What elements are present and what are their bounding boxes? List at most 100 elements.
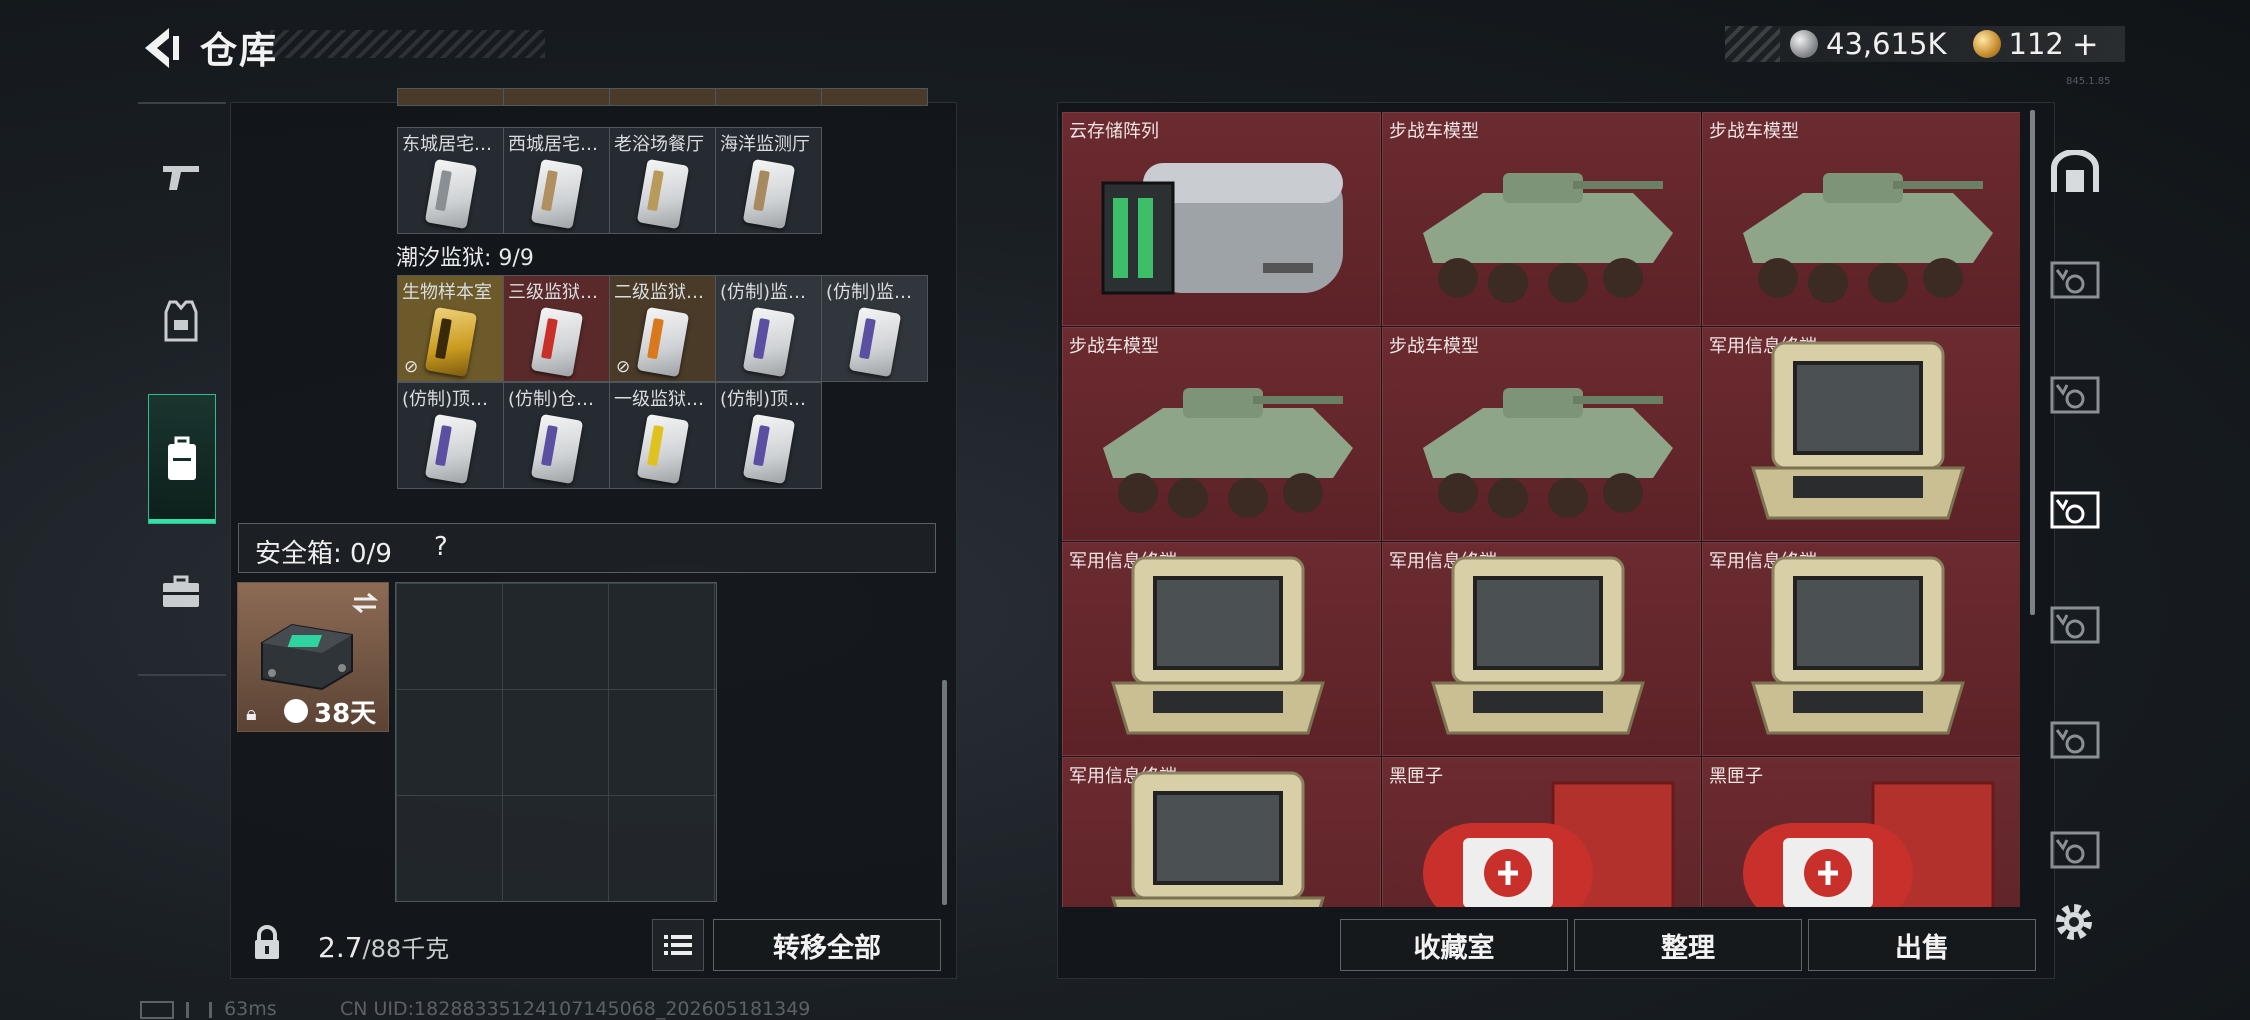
storage-tab-active[interactable] [2045, 480, 2105, 540]
keycard-cell[interactable]: (仿制)顶… [397, 382, 504, 489]
gold-coin-icon [1972, 30, 2001, 58]
keycard-label: (仿制)监… [720, 282, 807, 303]
storage-tab[interactable] [2045, 820, 2105, 880]
keycard-label: (仿制)监… [826, 282, 913, 303]
keycard-cell[interactable]: 二级监狱… ⊘ [609, 275, 716, 382]
storage-tab[interactable] [2045, 595, 2105, 655]
item-name: 步战车模型 [1389, 336, 1479, 357]
keycard-cell-partial[interactable] [609, 88, 716, 106]
item-cell[interactable]: 军用信息终端 [1062, 757, 1381, 907]
backpack-icon [168, 436, 196, 480]
keycard-cell[interactable]: (仿制)监… [715, 275, 822, 382]
item-name: 云存储阵列 [1069, 121, 1159, 142]
server-array-image [1101, 163, 1343, 295]
keycard-label: 老浴场餐厅 [614, 134, 704, 155]
ifv-model-image [1423, 388, 1673, 518]
keycard-image [742, 413, 796, 485]
safebox-title: 安全箱: 0/9 [255, 539, 392, 569]
lock-button[interactable] [233, 910, 301, 976]
safebox-grid[interactable] [395, 582, 717, 902]
keycard-cell[interactable]: 海洋监测厅 [715, 127, 822, 234]
keycard-image [424, 413, 478, 485]
keycard-cell-partial[interactable] [821, 88, 928, 106]
keycard-cell-partial[interactable] [397, 88, 504, 106]
item-cell[interactable]: 军用信息终端 [1702, 327, 2020, 541]
storage-icon [2050, 606, 2100, 644]
item-cell[interactable]: 步战车模型 [1382, 112, 1701, 326]
transfer-all-button[interactable]: 转移全部 [713, 919, 941, 971]
safebox-timer: 38天 [314, 699, 377, 729]
sort-button[interactable]: 整理 [1574, 919, 1802, 971]
black-box-image [1423, 781, 1675, 907]
black-box-image [1743, 781, 1995, 907]
help-icon[interactable]: ? [434, 532, 448, 562]
swap-icon[interactable] [350, 591, 380, 615]
military-terminal-image [1750, 341, 1966, 520]
keycard-image [530, 413, 584, 485]
weight-value: 2.7 [318, 931, 363, 964]
item-cell[interactable]: 军用信息终端 [1062, 542, 1381, 756]
keycard-label: 一级监狱… [614, 389, 704, 410]
backpack-tab[interactable] [148, 394, 216, 524]
keycard-label: 生物样本室 [402, 282, 492, 303]
weapons-tab[interactable] [148, 144, 214, 210]
keycard-label: 二级监狱… [614, 282, 704, 303]
keycard-image [742, 306, 796, 378]
sell-button[interactable]: 出售 [1808, 919, 2036, 971]
settings-gear-icon[interactable] [2050, 898, 2098, 946]
item-cell[interactable]: 步战车模型 [1062, 327, 1381, 541]
keycard-cell[interactable]: 西城居宅… [503, 127, 610, 234]
clock-icon [284, 699, 308, 723]
storage-tab[interactable] [2045, 365, 2105, 425]
item-cell[interactable]: 军用信息终端 [1382, 542, 1701, 756]
left-scrollbar[interactable] [942, 680, 947, 905]
item-cell[interactable]: 步战车模型 [1382, 327, 1701, 541]
list-view-button[interactable] [652, 919, 704, 971]
item-cell[interactable]: 军用信息终端 [1702, 542, 2020, 756]
storage-icon [2050, 491, 2100, 529]
keycard-cell[interactable]: 一级监狱… [609, 382, 716, 489]
keycard-image [530, 306, 584, 378]
no-secure-icon: ⊘ [404, 357, 419, 377]
keycard-cell[interactable]: 三级监狱… [503, 275, 610, 382]
item-cell[interactable]: 云存储阵列 [1062, 112, 1381, 326]
ifv-model-image [1103, 388, 1353, 518]
back-arrow-icon[interactable] [135, 22, 187, 74]
keycard-cell[interactable]: (仿制)监… [821, 275, 928, 382]
safebox-item[interactable]: 🔒︎ 38天 [237, 582, 389, 732]
keycard-cell[interactable]: 生物样本室 ⊘ [397, 275, 504, 382]
armor-tab[interactable] [148, 289, 214, 355]
keycard-cell[interactable]: 东城居宅… [397, 127, 504, 234]
item-cell[interactable]: 步战车模型 [1702, 112, 2020, 326]
case-tab[interactable] [148, 559, 214, 625]
item-cell[interactable]: 黑匣子 [1702, 757, 2020, 907]
keycard-label: 东城居宅… [402, 134, 492, 155]
storage-icon [2050, 376, 2100, 414]
item-name: 步战车模型 [1389, 121, 1479, 142]
keycard-cell-partial[interactable] [715, 88, 822, 106]
currency-bar: 43,615K 112 + [1725, 25, 2125, 63]
keycard-cell[interactable]: (仿制)顶… [715, 382, 822, 489]
keycard-cell-partial[interactable] [503, 88, 610, 106]
keycard-cell[interactable]: (仿制)仓… [503, 382, 610, 489]
right-scrollbar[interactable] [2030, 110, 2035, 615]
network-status: 63ms [140, 998, 277, 1020]
item-cell[interactable]: 黑匣子 [1382, 757, 1701, 907]
keycard-label: (仿制)仓… [508, 389, 595, 410]
storage-icon [2050, 261, 2100, 299]
page-title: 仓库 [200, 29, 278, 72]
keycard-label: (仿制)顶… [402, 389, 489, 410]
collection-room-button[interactable]: 收藏室 [1340, 919, 1568, 971]
keycard-image [848, 306, 902, 378]
military-terminal-image [1430, 556, 1646, 735]
keycard-label: (仿制)顶… [720, 389, 807, 410]
storage-tab[interactable] [2045, 250, 2105, 310]
add-currency-button[interactable]: + [2072, 25, 2099, 63]
storage-tab[interactable] [2045, 710, 2105, 770]
ifv-model-image [1423, 173, 1673, 303]
version-text: 845.1.85 [2066, 76, 2111, 87]
keycard-cell[interactable]: 老浴场餐厅 [609, 127, 716, 234]
safebox-header: 安全箱: 0/9 ? [238, 523, 936, 573]
vault-tab[interactable] [2045, 142, 2105, 202]
prison-section-title: 潮汐监狱: 9/9 [396, 246, 534, 271]
